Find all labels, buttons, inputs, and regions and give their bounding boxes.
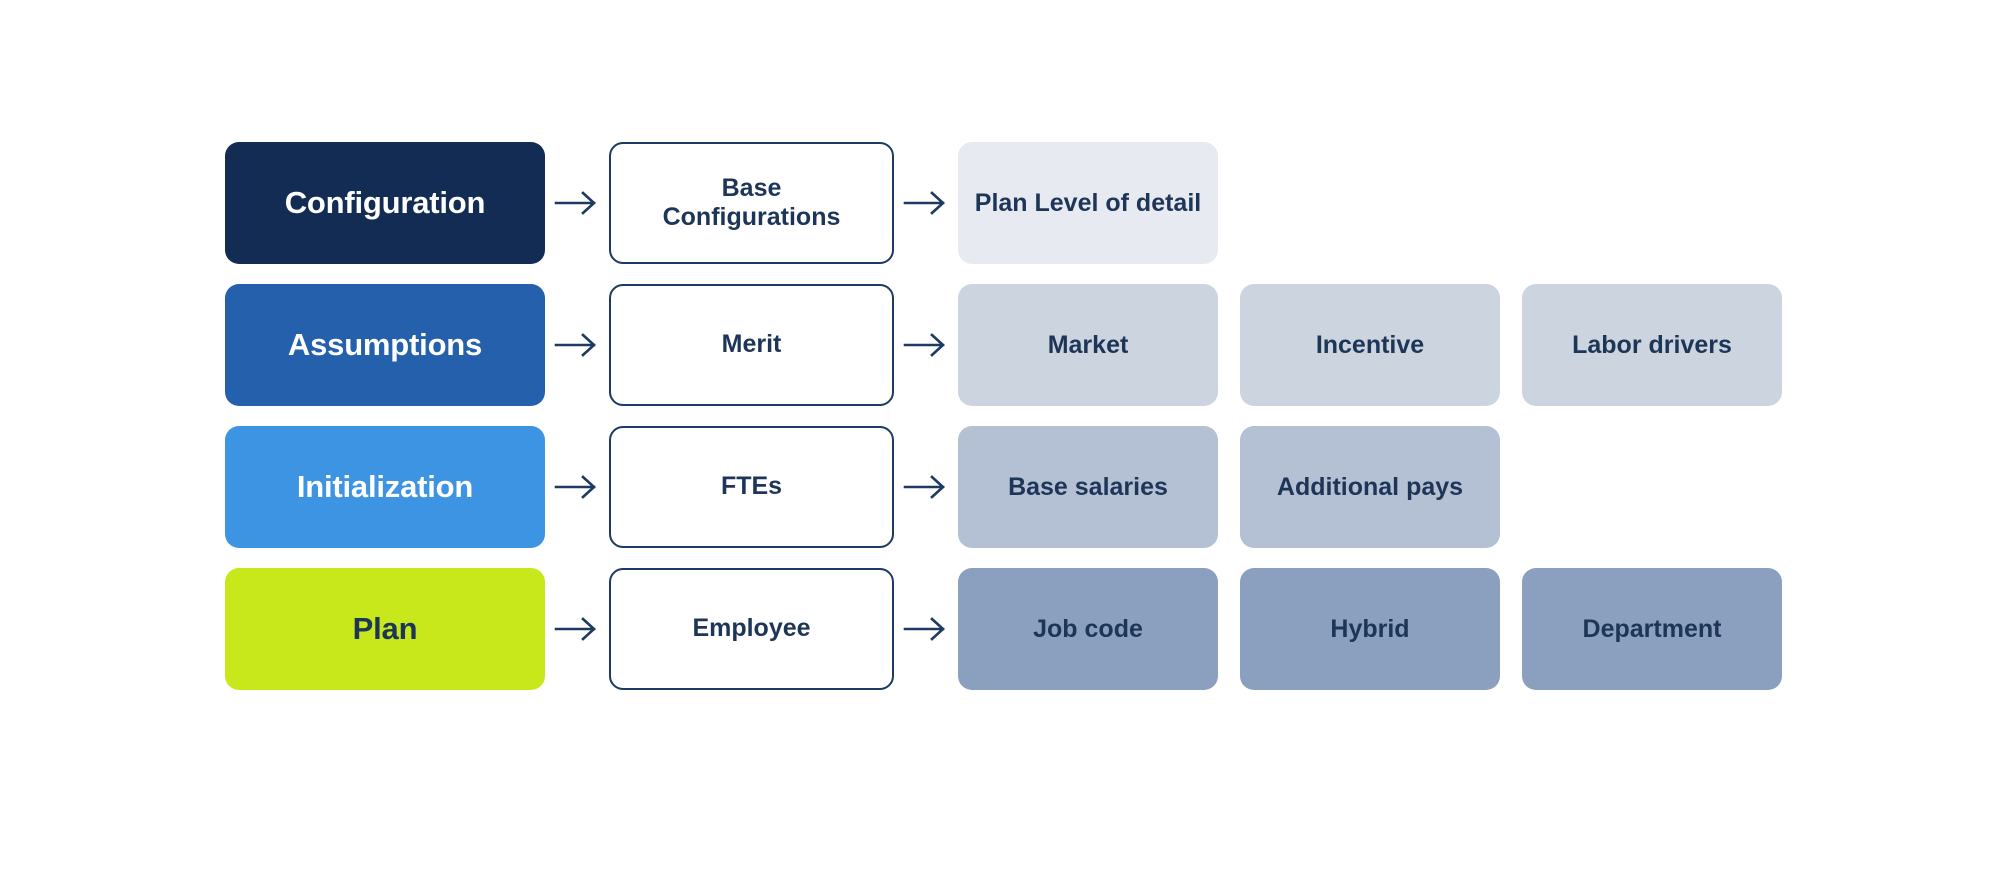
stage-label: Plan [352, 611, 418, 647]
stage-label: Assumptions [287, 327, 483, 363]
stage-card[interactable]: Configuration [225, 142, 545, 264]
detail-label: Market [1047, 331, 1129, 359]
stage-card[interactable]: Initialization [225, 426, 545, 548]
arrow-right-icon [894, 284, 958, 406]
detail-label: Additional pays [1276, 473, 1464, 501]
detail-label: Incentive [1315, 331, 1425, 359]
detail-card-group: Plan Level of detail [958, 142, 1218, 264]
group-label: Employee [692, 614, 811, 643]
group-card[interactable]: Employee [609, 568, 894, 690]
group-label: Base Configurations [662, 173, 841, 232]
group-label: FTEs [720, 472, 783, 501]
process-flow-diagram: Configuration Base Configurations Plan Leve… [0, 0, 2000, 885]
detail-label: Department [1582, 615, 1722, 643]
stage-card[interactable]: Assumptions [225, 284, 545, 406]
detail-card[interactable]: Additional pays [1240, 426, 1500, 548]
detail-label: Labor drivers [1572, 331, 1732, 359]
detail-card[interactable]: Job code [958, 568, 1218, 690]
arrow-right-icon [894, 426, 958, 548]
flow-rows: Configuration Base Configurations Plan Leve… [225, 142, 1782, 690]
detail-card[interactable]: Labor drivers [1522, 284, 1782, 406]
group-card[interactable]: FTEs [609, 426, 894, 548]
flow-row: Initialization FTEs Base salaries Additiona… [225, 426, 1782, 548]
group-label: Merit [721, 330, 782, 359]
stage-label: Configuration [284, 185, 486, 221]
detail-card[interactable]: Hybrid [1240, 568, 1500, 690]
detail-label: Hybrid [1330, 615, 1410, 643]
detail-label: Base salaries [1008, 473, 1168, 501]
flow-row: Configuration Base Configurations Plan Leve… [225, 142, 1782, 264]
detail-card[interactable]: Market [958, 284, 1218, 406]
detail-card-group: Base salaries Additional pays [958, 426, 1500, 548]
arrow-right-icon [545, 142, 609, 264]
detail-card-group: Market Incentive Labor drivers [958, 284, 1782, 406]
group-card[interactable]: Base Configurations [609, 142, 894, 264]
detail-card[interactable]: Plan Level of detail [958, 142, 1218, 264]
arrow-right-icon [545, 568, 609, 690]
stage-card[interactable]: Plan [225, 568, 545, 690]
flow-row: Plan Employee Job code Hybrid Department [225, 568, 1782, 690]
detail-card[interactable]: Base salaries [958, 426, 1218, 548]
arrow-right-icon [894, 142, 958, 264]
detail-card[interactable]: Department [1522, 568, 1782, 690]
detail-label: Plan Level of detail [974, 189, 1202, 217]
flow-row: Assumptions Merit Market Incentive Labor dri… [225, 284, 1782, 406]
detail-card-group: Job code Hybrid Department [958, 568, 1782, 690]
group-card[interactable]: Merit [609, 284, 894, 406]
detail-label: Job code [1033, 615, 1143, 643]
arrow-right-icon [545, 426, 609, 548]
detail-card[interactable]: Incentive [1240, 284, 1500, 406]
arrow-right-icon [545, 284, 609, 406]
arrow-right-icon [894, 568, 958, 690]
stage-label: Initialization [296, 469, 474, 505]
